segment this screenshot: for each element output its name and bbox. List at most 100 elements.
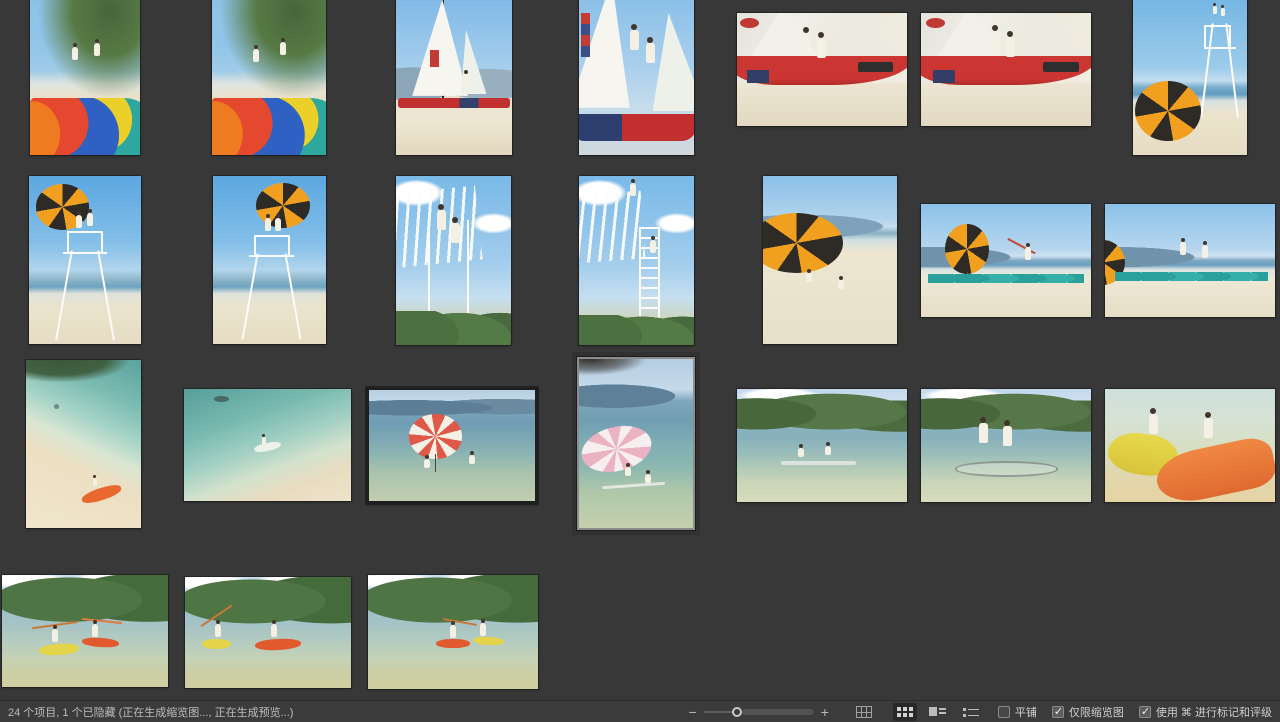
figure-shape xyxy=(92,624,98,637)
figure-shape xyxy=(646,43,655,63)
photo-15[interactable] xyxy=(26,360,141,528)
paddle-shape xyxy=(82,618,122,624)
photo-21[interactable] xyxy=(1105,389,1275,502)
figure-shape xyxy=(262,437,266,445)
photo-18[interactable] xyxy=(577,357,695,530)
figure-shape xyxy=(1213,6,1217,14)
thumbnails-only-checkbox[interactable] xyxy=(1052,706,1064,718)
photo-9[interactable] xyxy=(213,176,326,344)
figure-shape xyxy=(265,218,271,231)
list-view-button[interactable] xyxy=(959,703,983,721)
use-cmd-rating-checkbox-label: 使用 ⌘ 进行标记和评级 xyxy=(1156,704,1272,720)
photo-5[interactable] xyxy=(737,13,907,126)
photo-22[interactable] xyxy=(2,575,168,687)
photo-11[interactable] xyxy=(579,176,694,345)
thumbnail-size-slider[interactable] xyxy=(704,706,814,718)
hull-patch-shape xyxy=(933,70,955,84)
thumbnail-larger-button[interactable]: + xyxy=(821,706,829,718)
thumbnail-view-button[interactable] xyxy=(893,703,917,721)
thumbnail-smaller-button[interactable]: − xyxy=(689,706,697,718)
figure-shape xyxy=(215,624,221,637)
photo-23[interactable] xyxy=(185,577,351,688)
figure-shape xyxy=(451,223,460,243)
grid-lock-icon xyxy=(856,706,872,718)
photo-10[interactable] xyxy=(396,176,511,345)
umbrella-shape xyxy=(1135,81,1201,142)
tile-checkbox[interactable] xyxy=(998,706,1010,718)
photo-12[interactable] xyxy=(763,176,897,344)
figure-shape xyxy=(76,215,82,228)
paddleboards-shape xyxy=(928,274,1084,283)
umbrella-shape xyxy=(945,224,989,274)
photo-17[interactable] xyxy=(366,387,538,504)
board-shape xyxy=(781,461,856,465)
photo-4[interactable] xyxy=(579,0,694,155)
slider-track xyxy=(742,709,814,715)
tower-shape xyxy=(285,254,302,340)
kayak-shape xyxy=(81,636,118,647)
figure-shape xyxy=(806,273,812,282)
use-cmd-rating-checkbox[interactable] xyxy=(1139,706,1151,718)
figure-shape xyxy=(1149,414,1158,434)
photo-20[interactable] xyxy=(921,389,1091,502)
umbrella-shape xyxy=(763,213,843,273)
figure-shape xyxy=(94,43,100,56)
figure-shape xyxy=(991,31,1000,51)
hull-shape xyxy=(398,98,509,108)
figure-shape xyxy=(275,218,281,231)
photo-8[interactable] xyxy=(29,176,141,344)
figure-shape xyxy=(1204,418,1213,438)
photo-13[interactable] xyxy=(921,204,1091,317)
photo-7[interactable] xyxy=(1133,0,1247,155)
figure-shape xyxy=(93,478,97,486)
kayak-shape xyxy=(38,643,79,657)
figure-shape xyxy=(650,240,656,253)
board-shape xyxy=(602,482,665,489)
rock-shape xyxy=(214,396,229,403)
kayak-shape xyxy=(202,639,232,649)
figure-shape xyxy=(825,446,831,455)
umbrella-shape xyxy=(409,414,462,458)
kayak-shape xyxy=(473,636,504,646)
photo-16[interactable] xyxy=(184,389,351,501)
clear-kayak-shape xyxy=(955,461,1058,476)
figure-shape xyxy=(1221,8,1225,16)
details-view-icon xyxy=(929,706,946,717)
photo-3[interactable] xyxy=(396,0,512,155)
figure-shape xyxy=(271,624,277,637)
hull-plate-shape xyxy=(858,62,894,72)
figure-shape xyxy=(802,33,811,53)
pergola-shape xyxy=(579,191,646,263)
figure-shape xyxy=(1025,247,1031,260)
sand-shape xyxy=(921,83,1091,126)
kayak-stack-shape xyxy=(212,98,326,155)
sail-shape xyxy=(412,0,468,96)
tower-shape xyxy=(254,235,290,257)
thumbnail-view-icon xyxy=(897,706,913,717)
paddle-shape xyxy=(443,618,477,626)
figure-shape xyxy=(798,448,804,457)
figure-shape xyxy=(480,623,486,636)
figure-shape xyxy=(1180,242,1186,255)
status-bar: 24 个项目, 1 个已隐藏 (正在生成缩览图..., 正在生成预览...) −… xyxy=(0,700,1280,722)
photo-2[interactable] xyxy=(212,0,326,155)
photo-14[interactable] xyxy=(1105,204,1275,317)
photo-24[interactable] xyxy=(368,575,538,689)
figure-shape xyxy=(1003,426,1012,446)
figure-shape xyxy=(1202,245,1208,258)
hull-plate-shape xyxy=(1043,62,1079,72)
tower-shape xyxy=(98,250,116,340)
sand-shape xyxy=(737,83,907,126)
figure-shape xyxy=(630,183,636,196)
list-view-icon xyxy=(963,706,979,717)
tower-shape xyxy=(55,250,73,340)
kayak-shape xyxy=(254,638,301,652)
slider-handle[interactable] xyxy=(732,707,742,717)
photo-6[interactable] xyxy=(921,13,1091,126)
figure-shape xyxy=(72,47,78,60)
details-view-button[interactable] xyxy=(926,703,950,721)
sail-shape xyxy=(653,13,694,111)
grid-lock-button[interactable] xyxy=(852,703,876,721)
photo-1[interactable] xyxy=(30,0,140,155)
photo-19[interactable] xyxy=(737,389,907,502)
